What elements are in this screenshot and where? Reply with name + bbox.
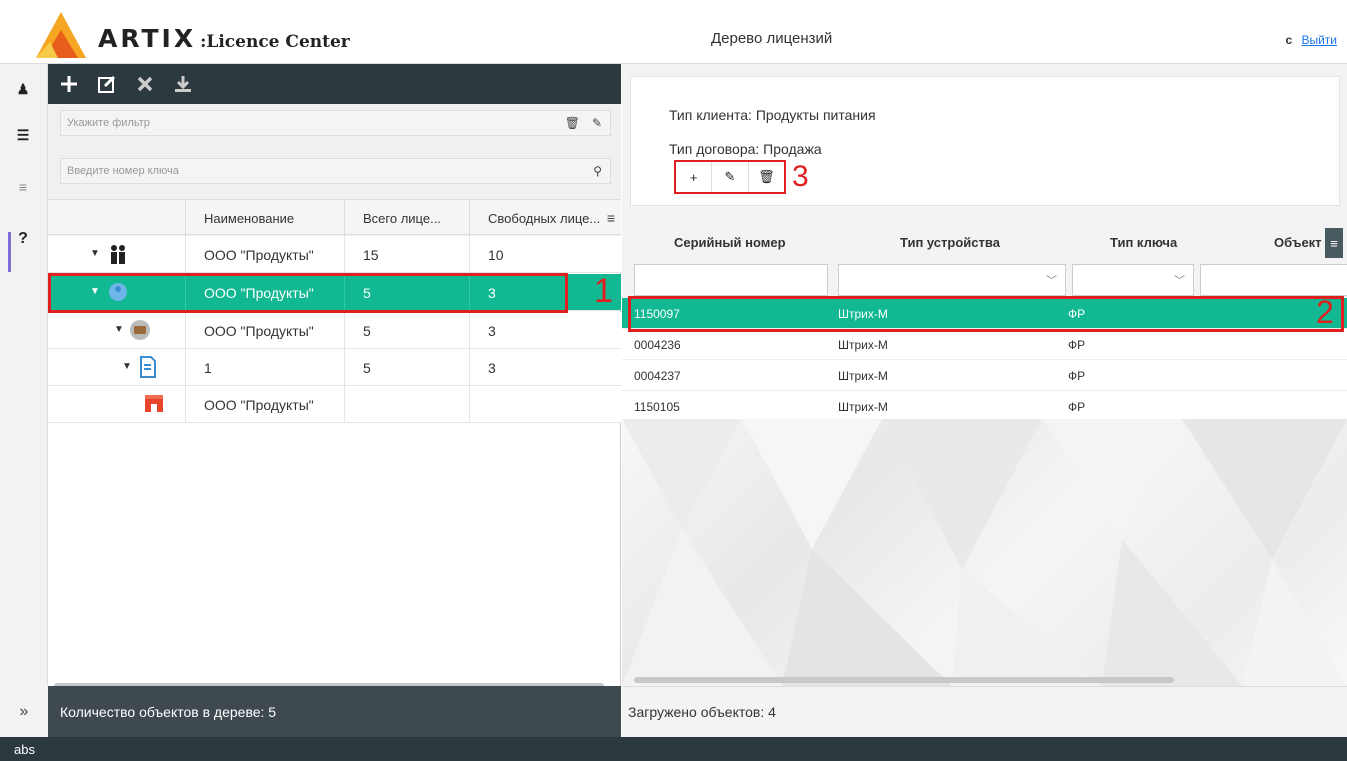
cell-device: Штрих-М <box>838 399 888 414</box>
user-name: c <box>1285 33 1293 47</box>
chevron-down-icon: ﹀ <box>1174 275 1185 287</box>
col-device-type[interactable]: Тип устройства <box>900 222 1000 262</box>
edit-icon[interactable] <box>94 71 120 97</box>
edit-button[interactable]: ✎ <box>712 162 749 192</box>
user-icon[interactable]: ♟ <box>8 74 38 104</box>
expand-sidebar-button[interactable]: » <box>0 686 48 737</box>
cell-name: ООО "Продукты" <box>185 312 344 349</box>
cell-free: 10 <box>469 236 621 273</box>
page-title: Дерево лицензий <box>711 30 833 47</box>
marker-label-2: 2 <box>1316 294 1334 330</box>
tree-row[interactable]: ООО "Продукты" <box>48 386 621 423</box>
list-icon[interactable]: ≡ <box>8 172 38 202</box>
delete-icon[interactable] <box>132 71 158 97</box>
devices-status-bar: Загружено объектов: 4 <box>622 686 1347 737</box>
detail-panel: Тип клиента: Продукты питания Тип догово… <box>622 64 1347 686</box>
tree-icon[interactable]: ☰ <box>8 120 38 150</box>
logout-link[interactable]: Выйти <box>1301 33 1337 47</box>
cell-key: ФР <box>1068 399 1086 414</box>
artix-logo <box>36 12 86 58</box>
cell-free: 3 <box>469 312 621 349</box>
cell-serial: 0004236 <box>634 337 681 352</box>
key-number-input[interactable]: Введите номер ключа ⚲ <box>60 158 611 184</box>
delete-button[interactable]: 🗑 <box>749 162 784 192</box>
device-filter-select[interactable]: ﹀ <box>838 264 1066 296</box>
highlight-box-2 <box>628 296 1344 332</box>
brand-title: ARTIX:Licence Center <box>98 24 350 53</box>
columns-menu-icon[interactable]: ≡ <box>1325 228 1343 258</box>
cell-total: 5 <box>344 312 469 349</box>
object-filter-input[interactable] <box>1200 264 1347 296</box>
col-serial[interactable]: Серийный номер <box>674 222 786 262</box>
contract-type: Тип договора: Продажа <box>669 141 822 157</box>
device-row[interactable]: 0004236 Штрих-М ФР <box>622 329 1347 360</box>
cell-key: ФР <box>1068 337 1086 352</box>
user-box: c Выйти <box>1285 33 1337 47</box>
tree-row[interactable]: ▼ ООО "Продукты" 5 3 <box>48 312 621 349</box>
client-type: Тип клиента: Продукты питания <box>669 107 876 123</box>
columns-menu-icon[interactable]: ≡ <box>607 210 615 226</box>
action-buttons: + ✎ 🗑 <box>674 160 786 194</box>
chevron-down-icon: ﹀ <box>1046 275 1057 287</box>
col-object[interactable]: Объект <box>1274 222 1322 262</box>
expand-icon[interactable]: ▼ <box>114 324 124 335</box>
cell-total <box>344 386 469 423</box>
add-icon[interactable] <box>56 71 82 97</box>
trash-icon[interactable]: 🗑 <box>565 116 580 130</box>
cell-name: 1 <box>185 349 344 386</box>
key-filter-select[interactable]: ﹀ <box>1072 264 1194 296</box>
cell-serial: 0004237 <box>634 368 681 383</box>
cell-device: Штрих-М <box>838 337 888 352</box>
cell-name: ООО "Продукты" <box>185 236 344 273</box>
add-button[interactable]: + <box>676 162 713 192</box>
tree-grid-header: Наименование Всего лице... Свободных лиц… <box>48 199 621 236</box>
tree-row[interactable]: ▼ 1 5 3 <box>48 349 621 386</box>
col-free[interactable]: Свободных лице... <box>469 200 621 236</box>
marker-label-3: 3 <box>792 160 809 193</box>
cell-total: 5 <box>344 349 469 386</box>
brand-artix: ARTIX <box>98 24 197 53</box>
serial-filter-input[interactable] <box>634 264 828 296</box>
col-total[interactable]: Всего лице... <box>344 200 469 236</box>
expand-icon[interactable]: ▼ <box>90 248 100 259</box>
help-icon[interactable]: ? <box>8 224 38 254</box>
expand-icon[interactable]: ▼ <box>122 361 132 372</box>
filter-placeholder: Укажите фильтр <box>67 117 150 129</box>
shop-icon <box>145 395 163 412</box>
contract-icon <box>140 356 156 378</box>
group-icon <box>111 245 125 264</box>
cell-key: ФР <box>1068 368 1086 383</box>
cell-name: ООО "Продукты" <box>185 386 344 423</box>
empty-grid-background <box>622 419 1347 686</box>
cell-free <box>469 386 621 423</box>
brand-suffix: :Licence Center <box>200 32 350 52</box>
col-key-type[interactable]: Тип ключа <box>1110 222 1177 262</box>
app-header: ARTIX:Licence Center Дерево лицензий c В… <box>0 0 1347 64</box>
footer-text: abs <box>14 741 35 757</box>
device-row[interactable]: 1150105 Штрих-М ФР <box>622 391 1347 422</box>
devices-grid-header: Серийный номер Тип устройства Тип ключа … <box>622 222 1347 262</box>
license-tree-panel: Укажите фильтр 🗑 ✎ Введите номер ключа ⚲… <box>48 64 621 689</box>
horizontal-scrollbar[interactable] <box>634 677 1174 683</box>
cell-device: Штрих-М <box>838 368 888 383</box>
tree-toolbar <box>48 64 621 104</box>
marker-label-1: 1 <box>594 272 613 310</box>
triangle-pattern <box>622 419 1347 686</box>
cell-serial: 1150105 <box>634 399 680 414</box>
filter-input[interactable]: Укажите фильтр 🗑 ✎ <box>60 110 611 136</box>
search-icon[interactable]: ⚲ <box>593 164 602 178</box>
nav-sidebar: ♟ ☰ ≡ ? <box>0 64 48 686</box>
highlight-box-1 <box>48 273 568 313</box>
key-placeholder: Введите номер ключа <box>67 165 179 177</box>
device-row[interactable]: 0004237 Штрих-М ФР <box>622 360 1347 391</box>
store-icon <box>130 320 150 340</box>
tree-row[interactable]: ▼ ООО "Продукты" 15 10 <box>48 236 621 273</box>
footer-bar: abs <box>0 737 1347 761</box>
cell-free: 3 <box>469 349 621 386</box>
cell-total: 15 <box>344 236 469 273</box>
tree-status-bar: Количество объектов в дереве: 5 <box>48 686 621 737</box>
pencil-icon[interactable]: ✎ <box>592 116 602 130</box>
col-name[interactable]: Наименование <box>185 200 344 236</box>
download-icon[interactable] <box>170 71 196 97</box>
